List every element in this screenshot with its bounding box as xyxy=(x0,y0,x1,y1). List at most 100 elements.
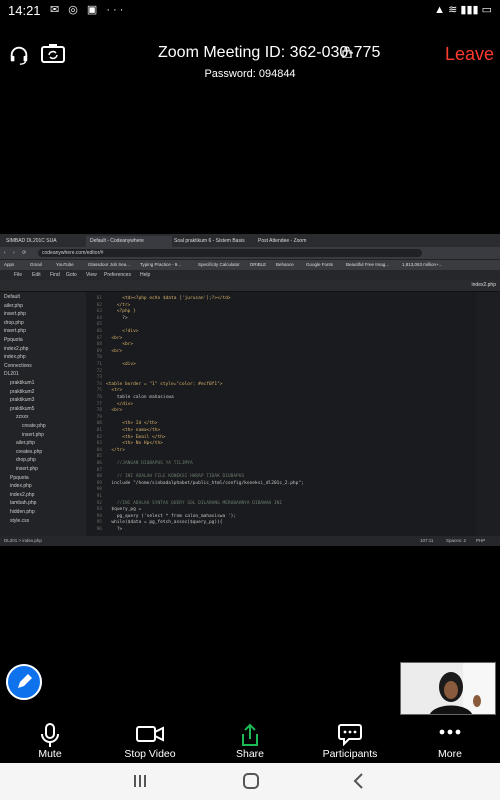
share-button[interactable]: Share xyxy=(200,718,300,762)
file-tree-item[interactable]: create.php xyxy=(22,423,46,429)
code-text: </tr> xyxy=(106,447,125,453)
file-tree-item[interactable]: Ppquota xyxy=(10,475,29,481)
browser-tab[interactable]: Post Attendee - Zoom xyxy=(254,236,340,247)
file-tree-item[interactable]: hidden.php xyxy=(10,509,35,515)
code-text: <br> xyxy=(106,335,123,341)
file-tree-item[interactable]: praktikum1 xyxy=(10,380,34,386)
menu-item[interactable]: Goto xyxy=(66,272,77,278)
menu-item[interactable]: Help xyxy=(140,272,150,278)
file-tree-item[interactable]: Default xyxy=(4,294,20,300)
menu-item[interactable]: File xyxy=(14,272,22,278)
file-tree-item[interactable]: insert.php xyxy=(4,328,26,334)
file-tree-item[interactable]: creates.php xyxy=(16,449,42,455)
status-spaces: Spaces: 2 xyxy=(446,538,467,543)
line-number: 93 xyxy=(96,507,102,513)
file-tree-item[interactable]: praktikum2 xyxy=(10,389,34,395)
url-field[interactable]: codeanywhere.com/editor/# xyxy=(38,249,422,257)
status-time: 14:21 xyxy=(8,3,41,18)
file-tree-item[interactable]: insert.php xyxy=(16,466,38,472)
bookmark[interactable]: Google Fonts xyxy=(306,262,333,267)
self-video-thumbnail[interactable] xyxy=(400,662,496,715)
file-tree-item[interactable]: style.css xyxy=(10,518,29,524)
bookmark[interactable]: Glassdoor Job Sea... xyxy=(88,262,130,267)
mute-button[interactable]: Mute xyxy=(0,718,100,762)
code-text: // INI ADALAH FILE KONEKSI HARAP TIDAK D… xyxy=(106,474,245,480)
bookmark[interactable]: 1,813,063 million+... xyxy=(402,262,442,267)
code-line: 84 </tr> xyxy=(86,448,125,454)
home-icon[interactable] xyxy=(242,772,260,790)
bookmark[interactable]: Beautiful Free Imag... xyxy=(346,262,389,267)
browser-nav-icons[interactable]: ‹ › ⟳ xyxy=(4,250,29,256)
line-number: 77 xyxy=(96,401,102,407)
line-number: 63 xyxy=(96,309,102,315)
file-tree-item[interactable]: ailer.php xyxy=(4,303,23,309)
participants-button[interactable]: Participants xyxy=(300,718,400,762)
bookmark[interactable]: YouTube xyxy=(56,262,74,267)
stop-video-label: Stop Video xyxy=(124,748,176,760)
recent-apps-icon[interactable] xyxy=(132,772,148,790)
code-line: 61 <td><?php echo $data ['jurusan'];?></… xyxy=(86,296,231,302)
code-text: include "/home/sinbadalphabet/public_htm… xyxy=(106,480,304,486)
menu-item[interactable]: Find xyxy=(50,272,60,278)
code-text: <?php } xyxy=(106,309,136,315)
file-tree-item[interactable]: index.php xyxy=(10,483,32,489)
code-line: 70 xyxy=(86,355,106,361)
menu-item[interactable]: View xyxy=(86,272,97,278)
back-icon[interactable] xyxy=(352,772,366,790)
code-line: 78 <br> xyxy=(86,408,123,414)
file-tree-item[interactable]: tambah.php xyxy=(10,500,36,506)
line-number: 62 xyxy=(96,302,102,308)
share-icon xyxy=(242,723,258,746)
file-tree-item[interactable]: index2.php xyxy=(4,346,28,352)
meeting-password: Password: 094844 xyxy=(204,68,296,80)
file-tree-item[interactable]: drop.php xyxy=(16,457,36,463)
browser-tab-active[interactable]: Default - Codeanywhere xyxy=(86,236,172,247)
bookmark[interactable]: Specificity Calculator xyxy=(198,262,240,267)
browser-tab[interactable]: SIMBAD DL201C SUA xyxy=(2,236,88,247)
file-tree-item[interactable]: Connections xyxy=(4,363,32,369)
bookmark[interactable]: Typing Practice - 9... xyxy=(140,262,181,267)
file-tree-item[interactable]: zzxxx xyxy=(16,414,29,420)
bookmark[interactable]: Behance xyxy=(276,262,294,267)
participants-label: Participants xyxy=(322,748,378,760)
file-tree-item[interactable]: insert.php xyxy=(22,432,44,438)
code-text: <!div> xyxy=(106,329,139,334)
line-number: 84 xyxy=(96,447,102,453)
code-line: 88 // INI ADALAH FILE KONEKSI HARAP TIDA… xyxy=(86,474,245,480)
bookmark[interactable]: Apps xyxy=(4,262,14,267)
more-icon xyxy=(439,729,461,735)
bookmark[interactable]: DRIBLE xyxy=(250,262,266,267)
file-tree-item[interactable]: ailer.php xyxy=(16,440,35,446)
bookmark[interactable]: Gmail xyxy=(30,262,42,267)
stop-video-button[interactable]: Stop Video xyxy=(100,718,200,762)
browser-tab[interactable]: Soal praktikum 6 - Sistem Basis xyxy=(170,236,256,247)
line-number: 69 xyxy=(96,348,102,354)
leave-button[interactable]: Leave xyxy=(445,44,494,65)
file-tree-item[interactable]: drop.php xyxy=(4,320,24,326)
status-position: 107:11 xyxy=(420,538,434,543)
line-number: 80 xyxy=(96,421,102,427)
file-tree-item[interactable]: index.php xyxy=(4,354,26,360)
menu-item[interactable]: Edit xyxy=(32,272,41,278)
code-line: 77 </div> xyxy=(86,401,134,408)
minimap[interactable] xyxy=(476,292,500,536)
line-number: 64 xyxy=(96,315,102,321)
annotate-button[interactable] xyxy=(6,664,42,700)
file-tree-item[interactable]: Ppquota xyxy=(4,337,23,343)
code-line: 81 <th> nama</th> xyxy=(86,428,161,434)
file-tree-item[interactable]: praktikum3 xyxy=(10,397,34,403)
editor-active-tab[interactable]: index2.php xyxy=(472,282,496,288)
line-number: 78 xyxy=(96,408,102,414)
file-tree-item[interactable]: praktikum5 xyxy=(10,406,34,412)
menu-item[interactable]: Preferences xyxy=(104,272,131,278)
line-number: 83 xyxy=(96,441,102,447)
file-tree-item[interactable]: insert.php xyxy=(4,311,26,317)
line-number: 82 xyxy=(96,434,102,440)
file-tree-item[interactable]: DL201 xyxy=(4,371,19,377)
more-button[interactable]: More xyxy=(400,718,500,762)
headset-icon[interactable] xyxy=(8,44,30,66)
file-tree-item[interactable]: index2.php xyxy=(10,492,34,498)
line-number: 88 xyxy=(96,474,102,480)
code-editor[interactable]: 61 <td><?php echo $data ['jurusan'];?></… xyxy=(86,292,476,536)
switch-camera-icon[interactable] xyxy=(40,42,66,64)
